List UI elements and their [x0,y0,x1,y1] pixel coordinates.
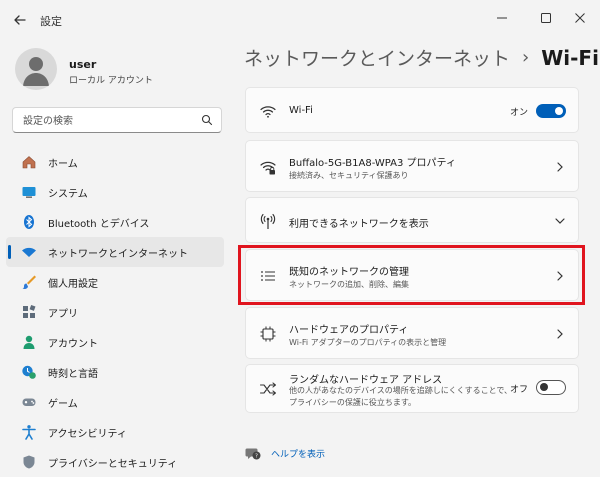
search-box[interactable] [12,107,222,133]
clock-globe-icon [20,363,38,381]
close-icon [575,13,585,23]
shuffle-icon [258,379,278,399]
wifi-icon [20,243,38,261]
sidebar-item-privacy[interactable]: プライバシーとセキュリティ [6,447,224,477]
card-title: 利用できるネットワークを表示 [289,219,429,230]
sidebar-item-accounts[interactable]: アカウント [6,327,224,357]
sidebar-nav: ホーム システム Bluetooth とデバイス ネットワークとインターネット … [6,147,224,477]
brush-icon [20,273,38,291]
chevron-down-icon [555,218,565,224]
available-networks-card[interactable]: 利用できるネットワークを表示 [245,197,579,243]
sidebar-item-label: アクセシビリティ [48,428,127,440]
sidebar-item-label: ゲーム [48,398,78,410]
help-icon: ? [245,448,261,460]
sidebar-item-home[interactable]: ホーム [6,147,224,177]
sidebar-item-bluetooth[interactable]: Bluetooth とデバイス [6,207,224,237]
search-icon[interactable] [201,114,213,126]
sidebar-item-apps[interactable]: アプリ [6,297,224,327]
card-subtitle-line1: 他の人があなたのデバイスの場所を追跡しにくくすることで、 [289,386,513,395]
toggle-knob [540,383,548,391]
chevron-right-icon [557,162,563,172]
card-title: Wi-Fi [289,105,313,116]
card-title: ランダムなハードウェア アドレス [289,375,443,386]
sidebar-item-label: Bluetooth とデバイス [48,218,150,230]
card-subtitle: Wi-Fi アダプターのプロパティの表示と管理 [289,338,447,347]
avatar[interactable] [15,48,57,90]
breadcrumb: ネットワークとインターネット › Wi-Fi [244,44,599,71]
sidebar-item-personalization[interactable]: 個人用設定 [6,267,224,297]
card-subtitle: 接続済み、セキュリティ保護あり [289,171,409,180]
card-title: ハードウェアのプロパティ [289,325,409,336]
random-hardware-address-card[interactable]: ランダムなハードウェア アドレス 他の人があなたのデバイスの場所を追跡しにくくす… [245,364,579,413]
sidebar-item-label: アカウント [48,338,98,350]
back-arrow-icon [14,15,26,25]
back-button[interactable] [10,10,30,30]
window-title: 設定 [40,15,62,28]
toggle-state-label: オン [509,108,528,118]
hardware-properties-card[interactable]: ハードウェアのプロパティ Wi-Fi アダプターのプロパティの表示と管理 [245,307,579,359]
search-input[interactable] [21,109,195,133]
system-icon [20,183,38,201]
sidebar-item-gaming[interactable]: ゲーム [6,387,224,417]
sidebar-item-system[interactable]: システム [6,177,224,207]
toggle-knob [555,107,563,115]
breadcrumb-separator: › [522,47,530,68]
minimize-button[interactable] [488,6,516,30]
gamepad-icon [20,393,38,411]
person-icon [23,57,49,86]
active-indicator [8,245,11,259]
svg-text:?: ? [255,454,258,460]
minimize-icon [497,17,507,19]
wifi-toggle[interactable] [536,104,566,118]
wifi-icon [258,101,278,121]
accessibility-icon [20,423,38,441]
wifi-toggle-card[interactable]: Wi-Fi オン [245,87,579,133]
sidebar-item-label: システム [48,188,88,200]
account-icon [20,333,38,351]
card-title: Buffalo-5G-B1A8-WPA3 プロパティ [289,158,456,169]
shield-icon [20,453,38,471]
toggle-state-label: オフ [509,385,528,395]
apps-icon [20,303,38,321]
account-type: ローカル アカウント [69,76,153,86]
sidebar-item-label: ネットワークとインターネット [48,248,188,260]
chip-icon [258,324,278,344]
highlight-box [238,245,585,305]
antenna-icon [258,211,278,231]
network-properties-card[interactable]: Buffalo-5G-B1A8-WPA3 プロパティ 接続済み、セキュリティ保護… [245,140,579,192]
random-address-toggle[interactable] [536,380,566,395]
sidebar-item-network[interactable]: ネットワークとインターネット [6,237,224,267]
maximize-icon [541,13,551,23]
user-name: user [69,58,97,71]
help-link[interactable]: ? ヘルプを表示 [245,445,325,461]
close-button[interactable] [566,6,594,30]
help-label[interactable]: ヘルプを表示 [271,447,325,460]
bluetooth-icon [20,213,38,231]
sidebar-item-accessibility[interactable]: アクセシビリティ [6,417,224,447]
wifi-lock-icon [258,157,278,177]
sidebar-item-label: 個人用設定 [48,278,98,290]
chevron-right-icon [557,329,563,339]
page-title: Wi-Fi [541,45,599,70]
breadcrumb-parent[interactable]: ネットワークとインターネット [244,44,510,71]
sidebar-item-label: プライバシーとセキュリティ [48,458,178,470]
maximize-button[interactable] [532,6,560,30]
home-icon [20,153,38,171]
sidebar-item-label: 時刻と言語 [48,368,98,380]
sidebar-item-label: アプリ [48,308,78,320]
sidebar-item-time-language[interactable]: 時刻と言語 [6,357,224,387]
card-subtitle-line2: プライバシーの保護に役立ちます。 [289,398,417,407]
sidebar-item-label: ホーム [48,158,78,170]
